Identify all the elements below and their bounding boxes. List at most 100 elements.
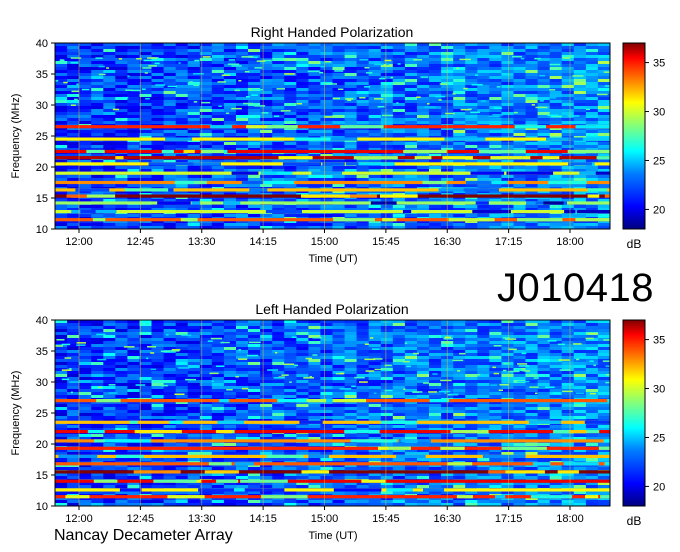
- noise-speckle: [112, 108, 119, 111]
- noise-speckle: [98, 65, 105, 68]
- noise-speckle: [254, 67, 263, 69]
- noise-speckle: [296, 103, 302, 105]
- band-segment: [80, 210, 96, 214]
- noise-speckle: [596, 93, 608, 96]
- noise-speckle: [71, 90, 80, 93]
- noise-speckle: [439, 83, 447, 85]
- noise-speckle: [81, 88, 90, 91]
- y-axis-label: Frequency (MHz): [10, 94, 22, 179]
- noise-speckle: [246, 96, 250, 98]
- noise-speckle: [155, 84, 166, 86]
- band-segment: [444, 137, 486, 141]
- band-segment: [472, 210, 511, 214]
- noise-speckle: [585, 108, 590, 111]
- noise-speckle: [359, 59, 369, 61]
- band-segment: [587, 194, 600, 198]
- x-axis-label: Time (UT): [308, 253, 357, 265]
- noise-speckle: [122, 96, 129, 99]
- band-segment: [542, 156, 560, 160]
- x-tick-label: 14:15: [249, 236, 277, 248]
- noise-speckle: [424, 106, 436, 108]
- noise-speckle: [452, 93, 456, 95]
- spectrogram-heatmap: [55, 320, 610, 506]
- band-segment: [575, 125, 610, 129]
- noise-speckle: [501, 73, 508, 75]
- noise-speckle: [374, 63, 384, 66]
- emission-band: [55, 180, 610, 185]
- noise-speckle: [549, 63, 561, 66]
- noise-speckle: [549, 89, 556, 91]
- x-tick-label: 16:30: [433, 236, 461, 248]
- noise-speckle: [221, 74, 231, 76]
- noise-speckle: [359, 97, 366, 99]
- band-segment: [345, 162, 360, 166]
- noise-speckle: [332, 97, 340, 100]
- noise-speckle: [227, 63, 240, 65]
- band-segment: [548, 180, 587, 185]
- band-segment: [322, 162, 345, 166]
- noise-speckle: [534, 57, 541, 60]
- band-segment: [301, 194, 321, 198]
- noise-speckle: [460, 108, 471, 111]
- noise-speckle: [228, 59, 236, 61]
- band-segment: [86, 149, 105, 154]
- x-tick-label: 12:00: [65, 236, 93, 248]
- band-segment: [241, 180, 264, 185]
- noise-speckle: [512, 55, 522, 58]
- noise-speckle: [319, 71, 324, 74]
- panel-left-polarization: Left Handed Polarization 10152025303540 …: [10, 301, 665, 542]
- noise-speckle: [445, 112, 455, 115]
- noise-speckle: [193, 101, 198, 103]
- noise-speckle: [535, 106, 548, 109]
- band-segment: [184, 218, 198, 222]
- band-segment: [278, 156, 313, 160]
- band-segment: [514, 125, 547, 129]
- noise-speckle: [416, 96, 421, 98]
- colorbar: [622, 42, 646, 230]
- band-segment: [340, 125, 384, 129]
- noise-speckle: [496, 86, 501, 88]
- noise-speckle: [225, 112, 230, 114]
- noise-speckle: [539, 74, 546, 77]
- noise-speckle: [531, 104, 535, 106]
- band-segment: [157, 201, 191, 205]
- noise-speckle: [106, 67, 110, 69]
- noise-speckle: [320, 66, 325, 68]
- band-segment: [265, 210, 302, 214]
- band-segment: [414, 156, 432, 160]
- noise-speckle: [480, 100, 486, 102]
- colorbar-tick-label: 20: [653, 204, 665, 216]
- noise-speckle: [234, 89, 241, 92]
- noise-speckle: [324, 116, 333, 118]
- spectrogram-heatmap: [55, 43, 610, 229]
- band-segment: [475, 201, 489, 205]
- band-segment: [191, 201, 201, 205]
- noise-speckle: [218, 105, 222, 107]
- y-tick-label: 15: [36, 193, 48, 205]
- band-segment: [568, 137, 584, 141]
- band-segment: [402, 210, 412, 214]
- noise-speckle: [148, 65, 157, 67]
- noise-speckle: [243, 102, 254, 105]
- band-segment: [165, 137, 193, 141]
- noise-speckle: [70, 62, 78, 64]
- noise-speckle: [438, 99, 442, 101]
- chart-title: Left Handed Polarization: [255, 301, 408, 317]
- noise-speckle: [244, 71, 250, 73]
- band-segment: [575, 218, 610, 222]
- band-segment: [200, 149, 224, 154]
- noise-speckle: [254, 56, 258, 59]
- x-tick-label: 13:30: [188, 236, 216, 248]
- noise-speckle: [178, 62, 181, 64]
- band-segment: [210, 125, 233, 129]
- y-tick-label: 20: [36, 162, 48, 174]
- noise-speckle: [547, 114, 559, 117]
- noise-speckle: [98, 73, 106, 76]
- noise-speckle: [420, 76, 429, 78]
- noise-speckle: [397, 63, 401, 65]
- band-segment: [506, 171, 554, 175]
- noise-speckle: [131, 89, 141, 92]
- noise-speckle: [520, 57, 525, 60]
- y-tick-label: 25: [36, 131, 48, 143]
- x-tick-label: 18:00: [556, 236, 584, 248]
